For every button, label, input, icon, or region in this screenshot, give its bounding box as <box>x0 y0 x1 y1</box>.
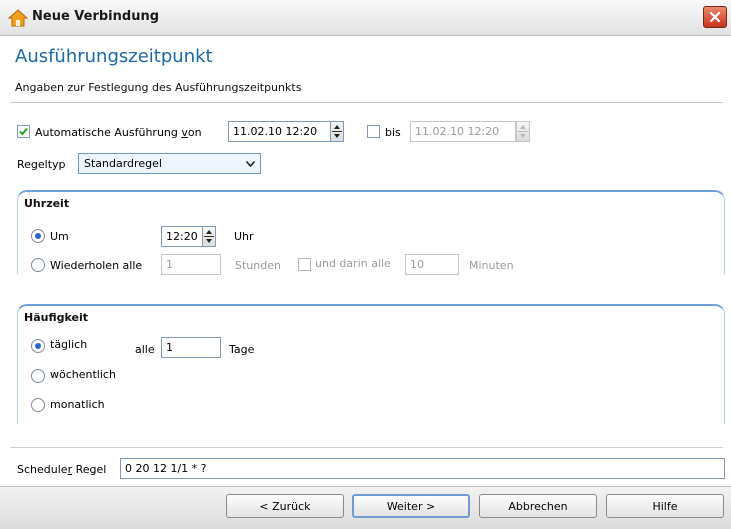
spinner-up-icon <box>334 125 340 129</box>
spinner-down-icon <box>520 134 526 138</box>
scheduler-rule-label: Scheduler Regel <box>17 463 107 476</box>
until-datetime-field: 11.02.10 12:20 <box>410 121 516 142</box>
weekly-radio[interactable] <box>31 369 45 383</box>
scheduler-divider <box>10 447 723 448</box>
repeat-label[interactable]: Wiederholen alle <box>50 259 142 272</box>
rule-type-select[interactable]: Standardregel <box>78 153 261 174</box>
monthly-label[interactable]: monatlich <box>50 398 105 411</box>
close-icon <box>709 11 721 23</box>
auto-execution-checkbox[interactable] <box>17 125 30 138</box>
within-checkbox <box>298 258 311 271</box>
page-subtitle: Angaben zur Festlegung des Ausführungsze… <box>15 81 302 94</box>
spinner-up-icon <box>520 125 526 129</box>
daily-label[interactable]: täglich <box>50 338 87 351</box>
until-label[interactable]: bis <box>385 126 401 139</box>
auto-execution-label[interactable]: Automatische Ausführung von <box>35 126 202 139</box>
spinner-down-icon <box>334 134 340 138</box>
title-bar[interactable]: Neue Verbindung <box>0 0 731 36</box>
within-label: und darin alle <box>315 257 391 270</box>
spinner-up-icon <box>206 230 212 234</box>
rule-type-value: Standardregel <box>84 157 162 170</box>
at-time-radio[interactable] <box>31 229 45 243</box>
back-button[interactable]: < Zurück <box>226 494 344 518</box>
cancel-button[interactable]: Abbrechen <box>479 494 597 518</box>
monthly-radio[interactable] <box>31 398 45 412</box>
within-minutes-unit: Minuten <box>469 259 514 272</box>
at-time-label[interactable]: Um <box>50 230 69 243</box>
at-time-spinner[interactable] <box>202 226 216 247</box>
daily-radio[interactable] <box>31 339 45 353</box>
repeat-radio[interactable] <box>31 258 45 272</box>
checkmark-icon <box>19 127 28 136</box>
scheduler-rule-field[interactable]: 0 20 12 1/1 * ? <box>120 458 725 479</box>
until-checkbox[interactable] <box>367 125 380 138</box>
page-title: Ausführungszeitpunkt <box>15 46 213 67</box>
next-button[interactable]: Weiter > <box>352 494 470 518</box>
time-section-title: Uhrzeit <box>24 197 70 210</box>
frequency-section-title: Häufigkeit <box>24 311 88 324</box>
repeat-hours-unit: Stunden <box>235 259 281 272</box>
rule-type-label: Regeltyp <box>17 158 66 171</box>
spinner-down-icon <box>206 239 212 243</box>
window-title: Neue Verbindung <box>32 9 160 24</box>
close-button[interactable] <box>703 6 727 28</box>
help-button[interactable]: Hilfe <box>606 494 724 518</box>
frequency-section <box>17 304 725 424</box>
every-days-field[interactable]: 1 <box>161 337 221 358</box>
until-datetime-spinner <box>516 121 530 142</box>
at-time-field[interactable]: 12:20 <box>161 226 203 247</box>
weekly-label[interactable]: wöchentlich <box>50 368 116 381</box>
chevron-down-icon[interactable] <box>243 156 258 171</box>
at-time-unit: Uhr <box>234 230 254 243</box>
repeat-hours-field: 1 <box>161 254 221 275</box>
header-divider <box>10 102 723 103</box>
within-minutes-field: 10 <box>405 254 459 275</box>
every-label: alle <box>135 343 155 356</box>
house-icon <box>8 9 28 27</box>
dialog-window: Neue Verbindung Ausführungszeitpunkt Ang… <box>0 0 731 529</box>
every-days-unit: Tage <box>229 343 255 356</box>
from-datetime-field[interactable]: 11.02.10 12:20 <box>228 121 331 142</box>
from-datetime-spinner[interactable] <box>330 121 344 142</box>
